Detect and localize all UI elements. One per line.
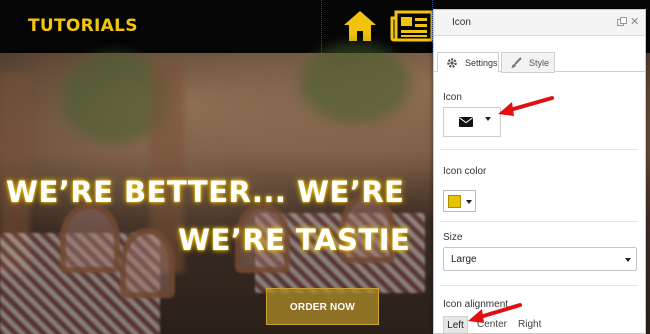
icon-color-label: Icon color [443, 166, 487, 177]
close-icon[interactable]: ✕ [630, 15, 639, 28]
gear-icon [447, 58, 457, 68]
size-value: Large [451, 254, 477, 265]
order-now-button[interactable]: ORDER NOW [266, 288, 379, 325]
size-select[interactable]: Large [443, 247, 637, 271]
icon-settings-panel: Icon ✕ Settings Style Icon Icon color Si… [433, 9, 646, 334]
newspaper-icon[interactable] [390, 10, 434, 42]
chevron-down-icon [466, 200, 472, 204]
site-brand[interactable]: TUTORIALS [28, 16, 138, 36]
chevron-down-icon [485, 117, 491, 121]
hero-headline-line2: WE’RE TASTIE [178, 223, 411, 257]
tab-style[interactable]: Style [501, 52, 555, 73]
panel-header[interactable]: Icon ✕ [434, 10, 645, 36]
background-chair [60, 203, 120, 273]
color-swatch [448, 195, 461, 208]
tab-settings-label: Settings [465, 58, 498, 68]
tab-style-label: Style [529, 58, 550, 68]
panel-tabs: Settings Style [434, 48, 645, 73]
section-divider [440, 285, 638, 286]
annotation-arrow-icon [498, 96, 554, 116]
size-label: Size [443, 232, 463, 243]
icon-section-label: Icon [443, 92, 462, 103]
dock-icon[interactable] [617, 17, 627, 27]
chevron-down-icon [625, 258, 631, 262]
icon-picker[interactable] [443, 107, 501, 137]
section-divider [440, 149, 638, 150]
envelope-icon [459, 117, 473, 127]
background-foliage [300, 43, 410, 123]
section-divider [440, 221, 638, 222]
align-left-button[interactable]: Left [443, 316, 468, 333]
tab-settings[interactable]: Settings [437, 52, 499, 73]
brush-icon [511, 57, 522, 68]
panel-title: Icon [452, 17, 471, 28]
column-guide [321, 0, 322, 53]
hero-headline-line1: WE’RE BETTER... WE’RE [6, 175, 405, 209]
annotation-arrow-icon [468, 303, 522, 323]
icon-color-picker[interactable] [443, 190, 476, 212]
background-chair [120, 228, 175, 298]
home-icon[interactable] [342, 9, 378, 43]
